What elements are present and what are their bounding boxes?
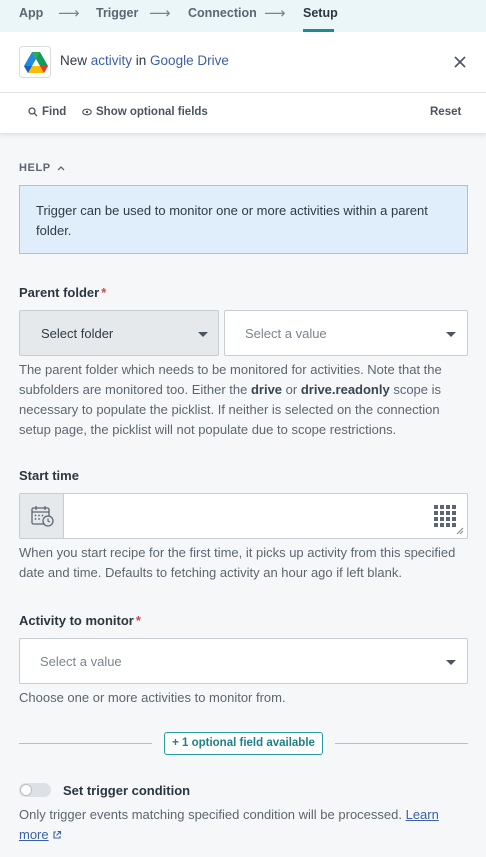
activity-label-text: Activity to monitor [19,613,134,628]
trigger-condition-hint-text: Only trigger events matching specified c… [19,807,406,822]
parent-folder-select[interactable]: Select a value [224,310,468,356]
optional-fields-label: 1 optional field available [181,737,315,749]
reset-label: Reset [430,106,462,118]
trigger-condition-label-text: Set trigger condition [63,783,191,798]
calendar-clock-icon [31,506,54,527]
find-button[interactable]: Find [28,106,66,118]
breadcrumb-setup[interactable]: Setup [303,6,338,20]
arrow-right-icon: ⟶ [149,5,171,22]
title-prefix: New [60,53,91,68]
caret-down-icon [198,332,208,337]
datapill-grid-icon[interactable] [434,505,456,527]
chevron-up-icon [57,166,65,171]
google-drive-logo-icon [19,46,51,78]
show-optional-fields-button[interactable]: Show optional fields [82,106,208,118]
help-heading: HELP [19,162,51,174]
help-toggle[interactable]: HELP [19,162,65,174]
reset-button[interactable]: Reset [430,106,461,118]
start-time-hint-text: When you start recipe for the first time… [19,545,456,580]
parent-folder-placeholder: Select a value [245,326,327,341]
hint-text: or [282,382,301,397]
divider [335,743,468,744]
trigger-condition-label: Set trigger condition [63,783,190,798]
caret-down-icon [446,660,456,665]
optional-label: Show optional fields [96,106,208,118]
title-app-name: Google Drive [150,53,229,68]
start-time-hint: When you start recipe for the first time… [19,543,469,583]
parent-folder-hint: The parent folder which needs to be moni… [19,360,469,440]
find-label: Find [42,106,67,118]
arrow-right-icon: ⟶ [58,5,80,22]
activity-label: Activity to monitor * [19,613,141,628]
breadcrumb-app[interactable]: App [19,6,43,20]
hint-scope-drive-readonly: drive.readonly [300,382,390,397]
divider [19,743,152,744]
select-folder-label: Select folder [41,326,114,341]
start-time-label: Start time [19,468,79,483]
breadcrumb: App ⟶ Trigger ⟶ Connection ⟶ Setup [0,0,486,32]
title-activity: activity [90,53,133,68]
step-header: New activity in Google Drive [0,32,486,93]
required-marker: * [135,613,141,628]
title-in: in [132,53,151,68]
plus-icon: + [172,737,179,749]
close-icon[interactable] [452,54,468,70]
help-text: Trigger can be used to monitor one or mo… [36,203,428,238]
breadcrumb-trigger[interactable]: Trigger [96,6,138,20]
arrow-right-icon: ⟶ [264,5,286,22]
start-time-label-text: Start time [19,468,79,483]
activity-hint-text: Choose one or more activities to monitor… [19,690,286,705]
eye-icon [82,108,92,116]
calendar-button[interactable] [20,494,64,538]
search-icon [28,107,38,117]
breadcrumb-connection[interactable]: Connection [188,6,257,20]
external-link-icon[interactable] [52,830,62,840]
resize-handle-icon[interactable] [456,527,464,535]
start-time-input[interactable] [19,493,468,539]
activity-select[interactable]: Select a value [19,638,468,684]
hint-scope-drive: drive [250,382,283,397]
activity-hint: Choose one or more activities to monitor… [19,688,469,708]
activity-placeholder: Select a value [40,654,122,669]
field-toolbar: Find Show optional fields Reset [0,93,486,133]
trigger-condition-toggle[interactable] [19,783,51,797]
optional-fields-button[interactable]: + 1 optional field available [164,732,323,755]
toggle-knob [20,784,32,796]
caret-down-icon [446,332,456,337]
help-box: Trigger can be used to monitor one or mo… [19,185,468,254]
required-marker: * [101,285,107,300]
step-title: New activity in Google Drive [60,53,229,68]
parent-folder-label: Parent folder * [19,285,106,300]
trigger-condition-hint: Only trigger events matching specified c… [19,805,469,845]
parent-folder-label-text: Parent folder [19,285,100,300]
select-folder-button[interactable]: Select folder [19,310,219,356]
